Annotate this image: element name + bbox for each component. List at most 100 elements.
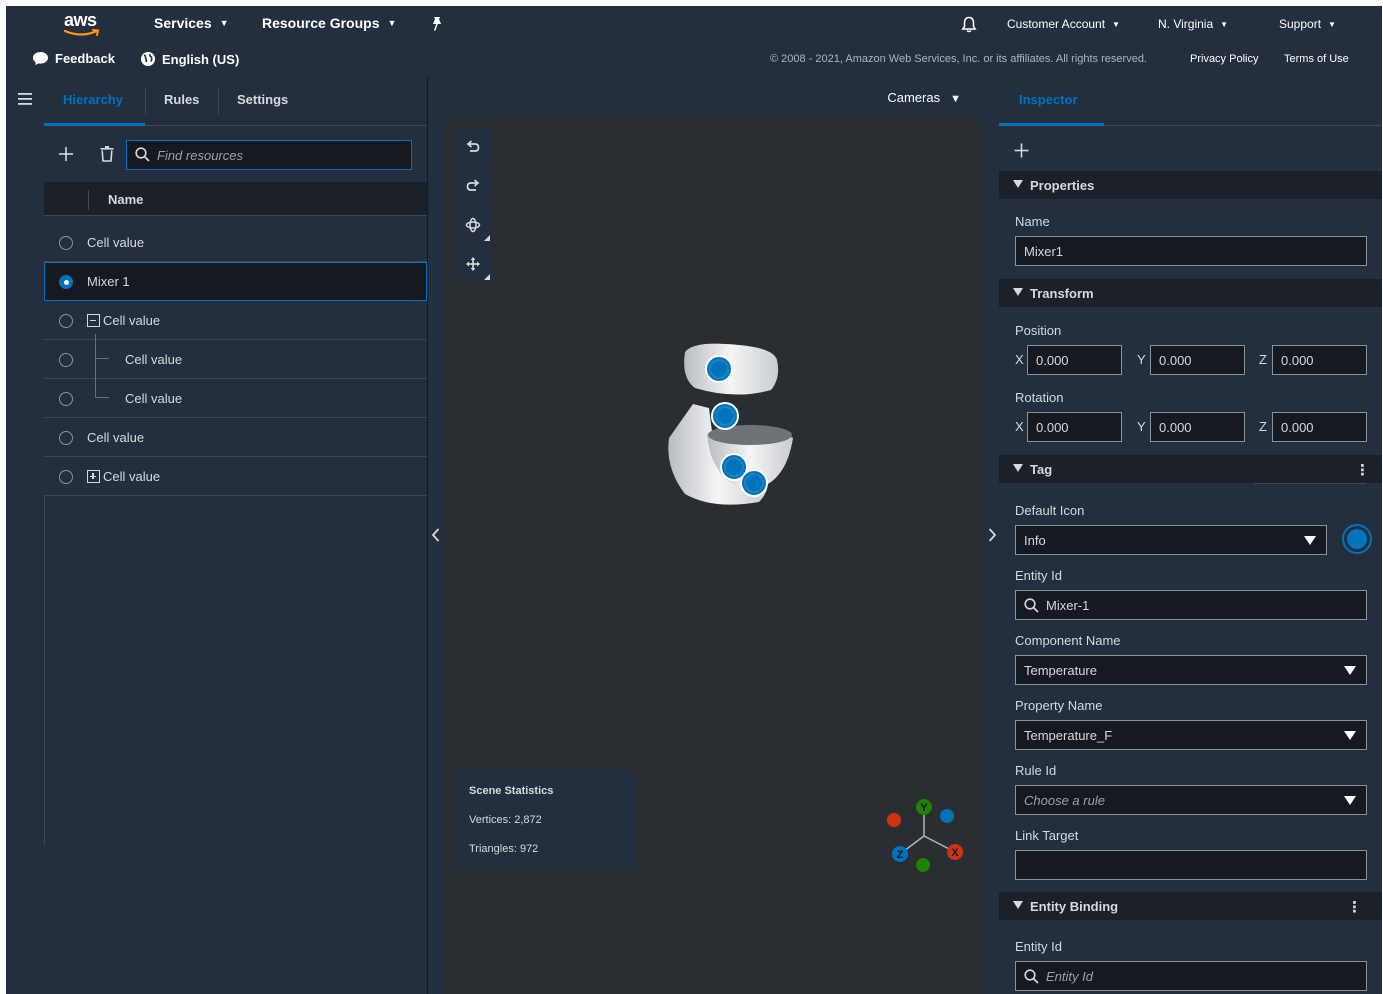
tree-connector [95, 397, 109, 398]
row-radio[interactable] [59, 470, 73, 484]
cameras-dropdown[interactable]: Cameras ▼ [887, 90, 961, 105]
position-label: Position [1015, 323, 1062, 338]
pin-icon[interactable] [430, 16, 444, 35]
section-entity-binding-title: Entity Binding [1030, 899, 1119, 914]
move-icon [466, 257, 480, 271]
chevron-left-icon[interactable] [431, 528, 440, 547]
table-row[interactable]: Cell value [44, 223, 427, 262]
hamburger-icon[interactable] [18, 93, 32, 108]
globe-icon [141, 52, 155, 66]
name-field[interactable]: Mixer1 [1015, 236, 1367, 266]
rotate-tool-button[interactable] [454, 206, 492, 244]
entity-id-field[interactable]: Mixer-1 [1015, 590, 1367, 620]
scene-viewport[interactable]: Cameras ▼ Scene Statistics Vertices: 2,8… [443, 76, 983, 994]
position-x-field[interactable]: 0.000 [1027, 345, 1122, 375]
region-menu[interactable]: N. Virginia ▼ [1158, 17, 1228, 31]
rule-id-select[interactable]: Choose a rule [1015, 785, 1367, 815]
language-selector[interactable]: English (US) [140, 51, 239, 67]
trash-icon [100, 146, 114, 162]
tab-hierarchy[interactable]: Hierarchy [63, 92, 123, 107]
rotation-y-field[interactable]: 0.000 [1150, 412, 1245, 442]
entity-id-label: Entity Id [1015, 568, 1062, 583]
terms-of-use-link[interactable]: Terms of Use [1284, 53, 1349, 65]
section-entity-binding[interactable]: Entity Binding ⋮ [999, 892, 1382, 920]
kebab-menu-icon[interactable]: ⋮ [1347, 898, 1362, 916]
axis-neg-z-handle[interactable] [940, 809, 954, 823]
section-transform[interactable]: Transform [999, 279, 1382, 307]
position-z-label: Z [1259, 352, 1267, 367]
name-value: Mixer1 [1024, 244, 1064, 259]
section-divider [1254, 483, 1366, 484]
expand-toggle-icon[interactable] [87, 470, 100, 483]
collapse-toggle-icon[interactable] [87, 314, 100, 327]
translate-tool-button[interactable] [454, 245, 492, 283]
table-edge [44, 496, 45, 844]
section-tag[interactable]: Tag ⋮ [999, 455, 1382, 483]
caret-down-icon [1013, 288, 1023, 296]
aws-logo[interactable]: aws [64, 10, 104, 40]
feedback-label: Feedback [55, 51, 115, 66]
mixer-3d-model[interactable] [655, 338, 795, 518]
search-input[interactable] [157, 141, 407, 169]
tab-rules[interactable]: Rules [164, 92, 199, 107]
chevron-down-icon: ▼ [1220, 20, 1229, 29]
row-label: Mixer 1 [87, 274, 130, 289]
component-name-select[interactable]: Temperature [1015, 655, 1367, 685]
plus-icon [1014, 143, 1029, 158]
row-radio[interactable] [59, 236, 73, 250]
undo-button[interactable] [454, 128, 492, 166]
row-radio[interactable] [59, 392, 73, 406]
stats-vertices: Vertices: 2,872 [469, 814, 542, 826]
position-z-field[interactable]: 0.000 [1272, 345, 1367, 375]
redo-button[interactable] [454, 167, 492, 205]
right-panel-collapse-bar[interactable] [983, 76, 999, 994]
services-menu[interactable]: Services ▼ [154, 15, 229, 31]
axis-neg-y-handle[interactable] [916, 858, 930, 872]
tab-inspector[interactable]: Inspector [1019, 92, 1078, 107]
property-name-label: Property Name [1015, 698, 1103, 713]
binding-entity-id-field[interactable]: Entity Id [1015, 961, 1367, 991]
rotation-z-field[interactable]: 0.000 [1272, 412, 1367, 442]
left-panel-collapse-bar[interactable] [427, 76, 443, 994]
section-properties[interactable]: Properties [999, 171, 1382, 199]
table-row[interactable]: Cell value [44, 418, 427, 457]
default-icon-value: Info [1024, 533, 1046, 548]
row-radio[interactable] [59, 431, 73, 445]
axis-gizmo[interactable]: Y X Z [883, 790, 973, 880]
kebab-menu-icon[interactable]: ⋮ [1355, 461, 1370, 479]
resource-search[interactable] [126, 140, 412, 170]
link-target-field[interactable] [1015, 850, 1367, 880]
table-row[interactable]: Cell value [44, 457, 427, 496]
column-divider [88, 190, 89, 210]
column-header-name[interactable]: Name [108, 192, 143, 207]
privacy-policy-link[interactable]: Privacy Policy [1190, 53, 1258, 65]
row-radio[interactable] [59, 353, 73, 367]
row-radio-selected[interactable] [59, 275, 73, 289]
position-y-field[interactable]: 0.000 [1150, 345, 1245, 375]
chevron-down-icon: ▼ [219, 18, 229, 28]
axis-neg-x-handle[interactable] [887, 813, 901, 827]
table-row[interactable]: Cell value [44, 301, 427, 340]
tab-settings[interactable]: Settings [237, 92, 288, 107]
delete-button[interactable] [100, 146, 114, 165]
account-menu[interactable]: Customer Account ▼ [1007, 17, 1120, 31]
rotation-label: Rotation [1015, 390, 1064, 405]
rotation-x-field[interactable]: 0.000 [1027, 412, 1122, 442]
table-row[interactable]: Cell value [44, 379, 427, 418]
entity-id-value: Mixer-1 [1046, 598, 1090, 613]
default-icon-select[interactable]: Info [1015, 525, 1327, 555]
support-menu[interactable]: Support ▼ [1279, 17, 1336, 31]
bell-icon[interactable] [961, 16, 977, 36]
icon-color-swatch[interactable] [1342, 524, 1372, 554]
feedback-button[interactable]: Feedback [32, 51, 115, 66]
position-x-value: 0.000 [1036, 353, 1069, 368]
row-radio[interactable] [59, 314, 73, 328]
component-name-label: Component Name [1015, 633, 1121, 648]
resource-groups-menu[interactable]: Resource Groups ▼ [262, 15, 396, 31]
add-button[interactable] [58, 146, 74, 165]
add-component-button[interactable] [1014, 143, 1029, 161]
table-row-selected[interactable]: Mixer 1 [44, 262, 427, 301]
table-row[interactable]: Cell value [44, 340, 427, 379]
property-name-select[interactable]: Temperature_F [1015, 720, 1367, 750]
chevron-right-icon[interactable] [988, 528, 997, 547]
